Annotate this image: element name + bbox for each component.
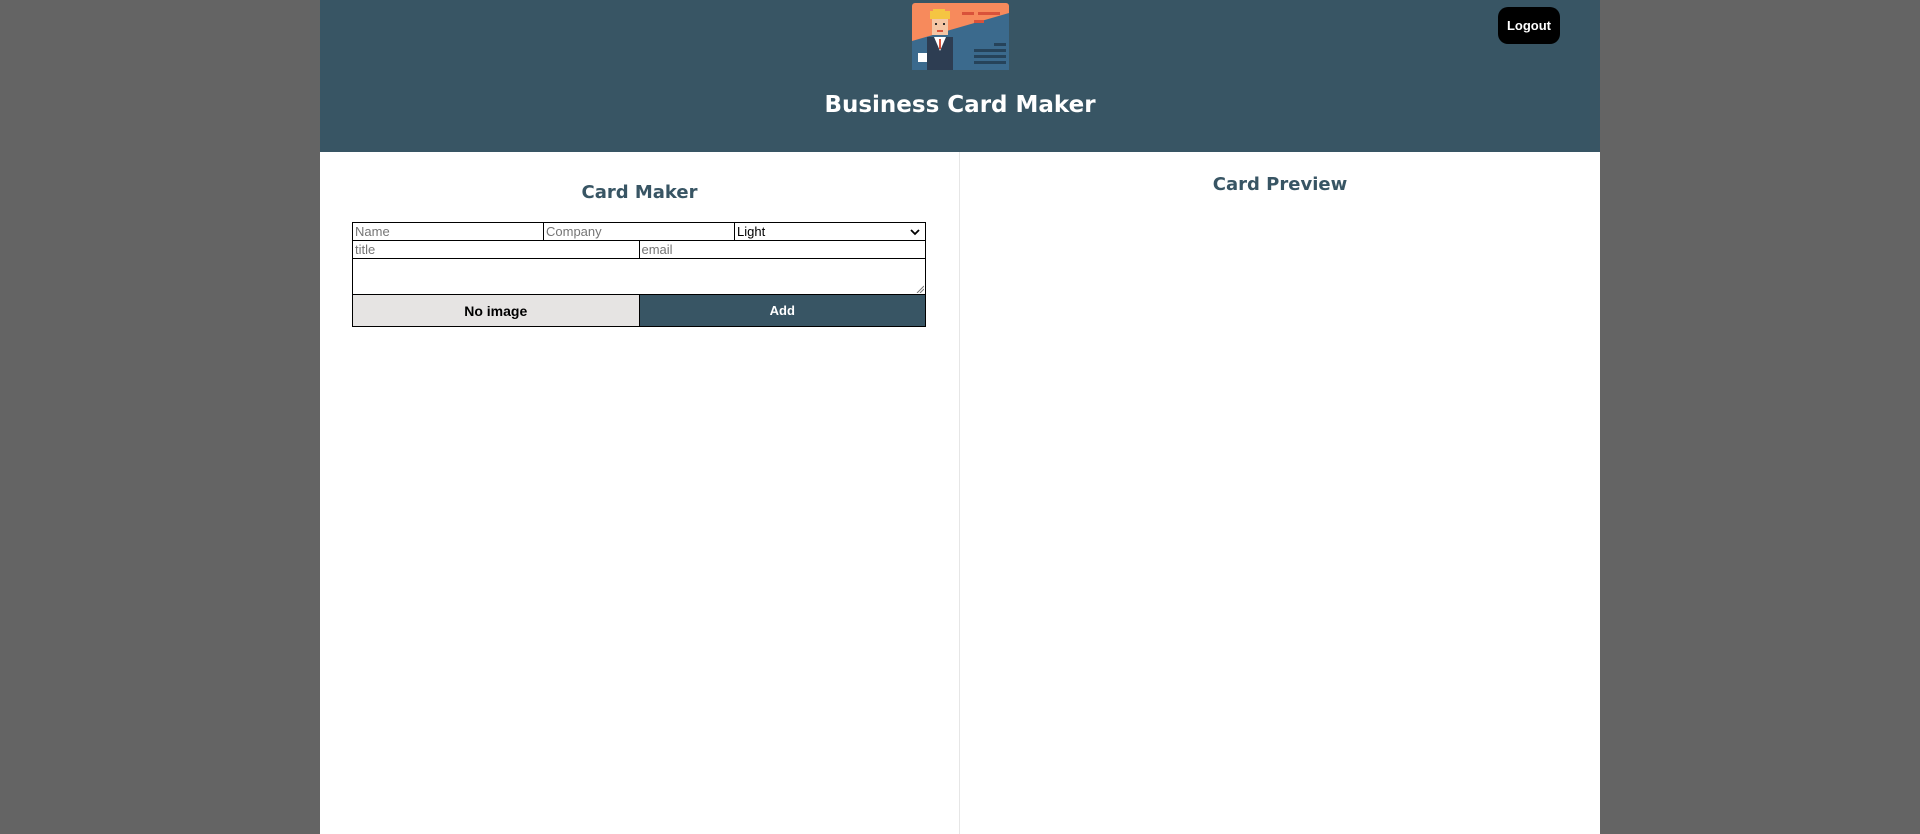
form-row-name-company-theme: Light (353, 223, 925, 241)
theme-select-value: Light (737, 224, 766, 239)
company-input[interactable] (544, 223, 734, 240)
message-textarea[interactable] (353, 259, 925, 294)
logout-button[interactable]: Logout (1498, 7, 1560, 44)
card-maker-title: Card Maker (581, 182, 698, 203)
name-cell (353, 223, 544, 240)
theme-select[interactable]: Light (735, 223, 925, 240)
name-input[interactable] (353, 223, 543, 240)
company-cell (544, 223, 735, 240)
card-preview-panel: Card Preview (960, 152, 1600, 834)
card-preview-title: Card Preview (1212, 174, 1348, 195)
theme-cell: Light (735, 223, 925, 240)
title-input[interactable] (353, 241, 639, 258)
email-cell (639, 241, 925, 258)
main-content: Card Maker Light (320, 152, 1600, 834)
card-edit-form: Light (352, 222, 926, 327)
chevron-down-icon (910, 228, 920, 235)
add-card-button[interactable]: Add (639, 295, 925, 326)
app-header: Business Card Maker Logout (320, 0, 1600, 152)
app-title: Business Card Maker (824, 92, 1096, 118)
resize-grip-icon[interactable] (916, 285, 924, 293)
business-card-logo-icon (912, 3, 1009, 70)
app-container: Business Card Maker Logout Card Maker Li… (320, 0, 1600, 834)
form-row-title-email (353, 241, 925, 259)
email-input[interactable] (639, 241, 925, 258)
form-button-row: No image Add (353, 295, 925, 326)
card-maker-panel: Card Maker Light (320, 152, 960, 834)
title-cell (353, 241, 640, 258)
image-upload-button[interactable]: No image (353, 295, 640, 326)
message-row (353, 259, 925, 295)
